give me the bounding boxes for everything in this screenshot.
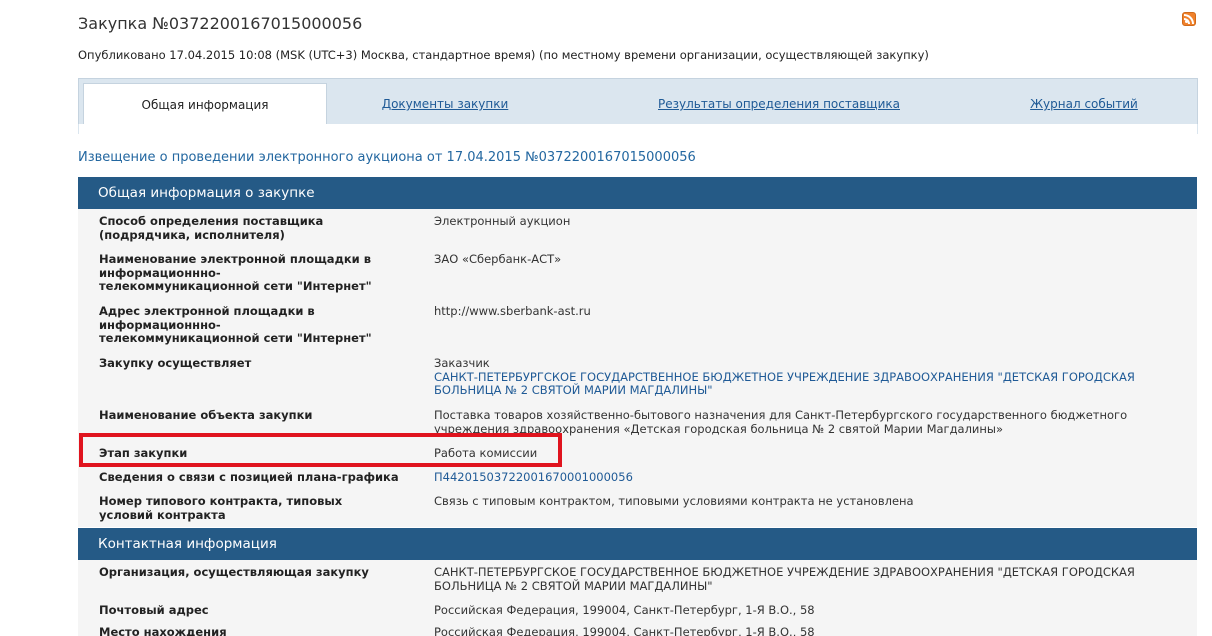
row-label: Место нахождения: [99, 625, 227, 636]
tab-supplier-results[interactable]: Результаты определения поставщика: [599, 83, 959, 125]
row-label: Способ определения поставщика (подрядчик…: [99, 214, 324, 242]
row-label: Наименование электронной площадки в инфо…: [99, 252, 372, 293]
published-info: Опубликовано 17.04.2015 10:08 (MSK (UTC+…: [78, 48, 929, 62]
row-label: Наименование объекта закупки: [99, 408, 313, 422]
row-value: Поставка товаров хозяйственно-бытового н…: [434, 408, 1128, 436]
page-title: Закупка №0372200167015000056: [78, 14, 363, 33]
tab-documents[interactable]: Документы закупки: [329, 83, 561, 125]
tab-event-log[interactable]: Журнал событий: [989, 83, 1179, 125]
plan-link[interactable]: П44201503722001670001000056: [434, 470, 633, 484]
row-value: САНКТ-ПЕТЕРБУРГСКОЕ ГОСУДАРСТВЕННОЕ БЮДЖ…: [434, 565, 1135, 593]
row-value: Заказчик САНКТ-ПЕТЕРБУРГСКОЕ ГОСУДАРСТВЕ…: [434, 356, 1194, 398]
section-contacts-panel: Организация, осуществляющая закупку САНК…: [78, 560, 1197, 636]
stage-highlight-box: [79, 433, 562, 467]
tab-general-info[interactable]: Общая информация: [83, 83, 327, 125]
row-value: http://www.sberbank-ast.ru: [434, 304, 591, 318]
rss-icon[interactable]: [1182, 12, 1196, 26]
notice-title: Извещение о проведении электронного аукц…: [78, 150, 696, 165]
row-value: Российская Федерация, 199004, Санкт-Пете…: [434, 603, 815, 617]
customer-link[interactable]: САНКТ-ПЕТЕРБУРГСКОЕ ГОСУДАРСТВЕННОЕ БЮДЖ…: [434, 370, 1194, 398]
row-label: Адрес электронной площадки в информацион…: [99, 304, 372, 345]
row-label: Сведения о связи с позицией плана-график…: [99, 470, 399, 484]
row-value: Электронный аукцион: [434, 214, 571, 228]
section-general-heading: Общая информация о закупке: [78, 177, 1197, 209]
row-label: Организация, осуществляющая закупку: [99, 565, 369, 579]
section-general-panel: Способ определения поставщика (подрядчик…: [78, 209, 1197, 527]
row-label: Почтовый адрес: [99, 603, 209, 617]
customer-role: Заказчик: [434, 356, 490, 370]
row-label: Закупку осуществляет: [99, 356, 252, 370]
tab-content-top: [78, 124, 1198, 134]
row-label: Номер типового контракта, типовых услови…: [99, 494, 343, 522]
row-value: Связь с типовым контрактом, типовыми усл…: [434, 494, 914, 508]
row-value: Российская Федерация, 199004, Санкт-Пете…: [434, 625, 815, 636]
section-contacts-heading: Контактная информация: [78, 528, 1197, 560]
row-value: ЗАО «Сбербанк-АСТ»: [434, 252, 562, 266]
